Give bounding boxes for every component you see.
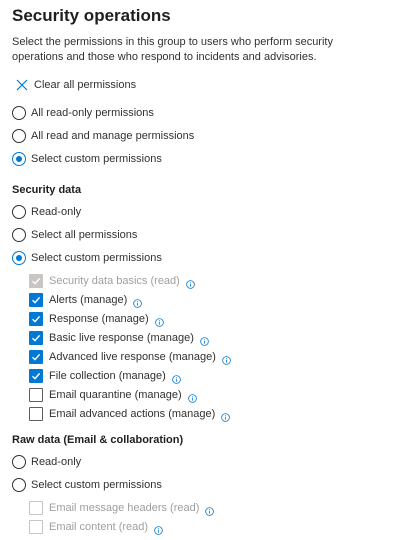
info-icon[interactable]	[186, 276, 195, 289]
security-data-heading: Security data	[12, 184, 82, 196]
checkbox-label: Alerts (manage)	[49, 293, 128, 306]
checkbox-label: Security data basics (read)	[49, 274, 180, 287]
info-icon[interactable]	[205, 503, 215, 516]
raw-data-radio-read-only[interactable]: Read-only	[12, 454, 388, 470]
raw-data-permission-email-message-headers-read: Email message headers (read)	[29, 500, 388, 516]
security-data-radio-select-all-permissions[interactable]: Select all permissions	[12, 227, 388, 243]
checkbox-label: Email advanced actions (manage)	[49, 407, 216, 420]
raw-data-radio-select-custom-permissions[interactable]: Select custom permissions	[12, 477, 388, 493]
radio-label: Read-only	[31, 206, 82, 218]
info-icon[interactable]	[172, 371, 181, 384]
info-icon[interactable]	[154, 314, 164, 327]
security-data-permission-advanced-live-response-manage: Advanced live response (manage)	[29, 349, 388, 365]
radio-unselected-icon[interactable]	[12, 129, 26, 143]
checkbox-checked[interactable]	[29, 292, 43, 307]
page-title: Security operations	[12, 6, 171, 25]
checkmark-icon	[32, 372, 41, 380]
security-data-radio-group: Read-only Select all permissions Select cu…	[12, 204, 388, 266]
raw-data-permissions-list: Email message headers (read) Email conten…	[12, 500, 388, 535]
raw-data-radio-group: Read-only Select custom permissions	[12, 454, 388, 493]
radio-label: Select custom permissions	[31, 252, 162, 264]
security-data-permissions-list: Security data basics (read) Alerts (manag…	[12, 273, 388, 422]
radio-selected-icon[interactable]	[12, 152, 26, 166]
security-data-permission-file-collection-manage: File collection (manage)	[29, 368, 388, 384]
info-icon[interactable]	[221, 409, 231, 422]
clear-all-permissions-label: Clear all permissions	[34, 79, 137, 91]
radio-label: Select custom permissions	[31, 479, 162, 491]
info-icon[interactable]	[200, 333, 209, 346]
security-data-permission-response-manage: Response (manage)	[29, 311, 388, 327]
clear-all-permissions-button[interactable]: Clear all permissions	[12, 76, 388, 94]
checkmark-icon	[32, 315, 41, 323]
checkmark-icon	[32, 334, 41, 342]
security-data-permission-email-advanced-actions-manage: Email advanced actions (manage)	[29, 406, 388, 422]
checkbox-label: Email quarantine (manage)	[49, 388, 182, 401]
checkbox-checked[interactable]	[29, 368, 43, 383]
radio-unselected-icon[interactable]	[12, 478, 26, 492]
checkmark-icon	[32, 277, 41, 285]
checkbox-checked[interactable]	[29, 311, 43, 326]
checkmark-icon	[32, 296, 41, 304]
checkbox-label: File collection (manage)	[49, 369, 166, 382]
permission-level-radio-group: All read-only permissions All read and ma…	[12, 105, 388, 167]
checkbox-label: Response (manage)	[49, 312, 149, 325]
security-data-radio-read-only[interactable]: Read-only	[12, 204, 388, 220]
security-data-permission-security-data-basics-read: Security data basics (read)	[29, 273, 388, 289]
close-icon	[16, 79, 28, 91]
radio-label: Read-only	[31, 456, 82, 468]
info-icon[interactable]	[133, 295, 143, 308]
security-data-radio-select-custom-permissions[interactable]: Select custom permissions	[12, 250, 388, 266]
page-description: Select the permissions in this group to …	[12, 36, 333, 63]
checkbox-unchecked	[29, 500, 43, 515]
checkbox-unchecked[interactable]	[29, 406, 43, 421]
checkbox-checked[interactable]	[29, 349, 43, 364]
checkbox-label: Basic live response (manage)	[49, 331, 194, 344]
security-data-permission-basic-live-response-manage: Basic live response (manage)	[29, 330, 388, 346]
info-icon[interactable]	[222, 352, 231, 365]
radio-unselected-icon[interactable]	[12, 228, 26, 242]
radio-unselected-icon[interactable]	[12, 455, 26, 469]
radio-label: Select all permissions	[31, 229, 138, 241]
radio-label: All read and manage permissions	[31, 130, 195, 142]
checkbox-checked[interactable]	[29, 330, 43, 345]
permission-level-radio-all-read-only-permissions[interactable]: All read-only permissions	[12, 105, 388, 121]
security-operations-panel: Security operations Select the permissio…	[0, 6, 400, 535]
security-data-permission-email-quarantine-manage: Email quarantine (manage)	[29, 387, 388, 403]
checkbox-label: Advanced live response (manage)	[49, 350, 216, 363]
radio-selected-icon[interactable]	[12, 251, 26, 265]
radio-unselected-icon[interactable]	[12, 106, 26, 120]
permission-level-radio-select-custom-permissions[interactable]: Select custom permissions	[12, 151, 388, 167]
checkbox-checked	[29, 273, 43, 288]
info-icon[interactable]	[187, 390, 197, 403]
checkbox-unchecked[interactable]	[29, 387, 43, 402]
radio-label: Select custom permissions	[31, 153, 162, 165]
security-data-permission-alerts-manage: Alerts (manage)	[29, 292, 388, 308]
raw-data-heading: Raw data (Email & collaboration)	[12, 434, 184, 446]
permission-level-radio-all-read-and-manage-permissions[interactable]: All read and manage permissions	[12, 128, 388, 144]
radio-label: All read-only permissions	[31, 107, 154, 119]
checkbox-label: Email message headers (read)	[49, 501, 200, 514]
radio-unselected-icon[interactable]	[12, 205, 26, 219]
checkmark-icon	[32, 353, 41, 361]
